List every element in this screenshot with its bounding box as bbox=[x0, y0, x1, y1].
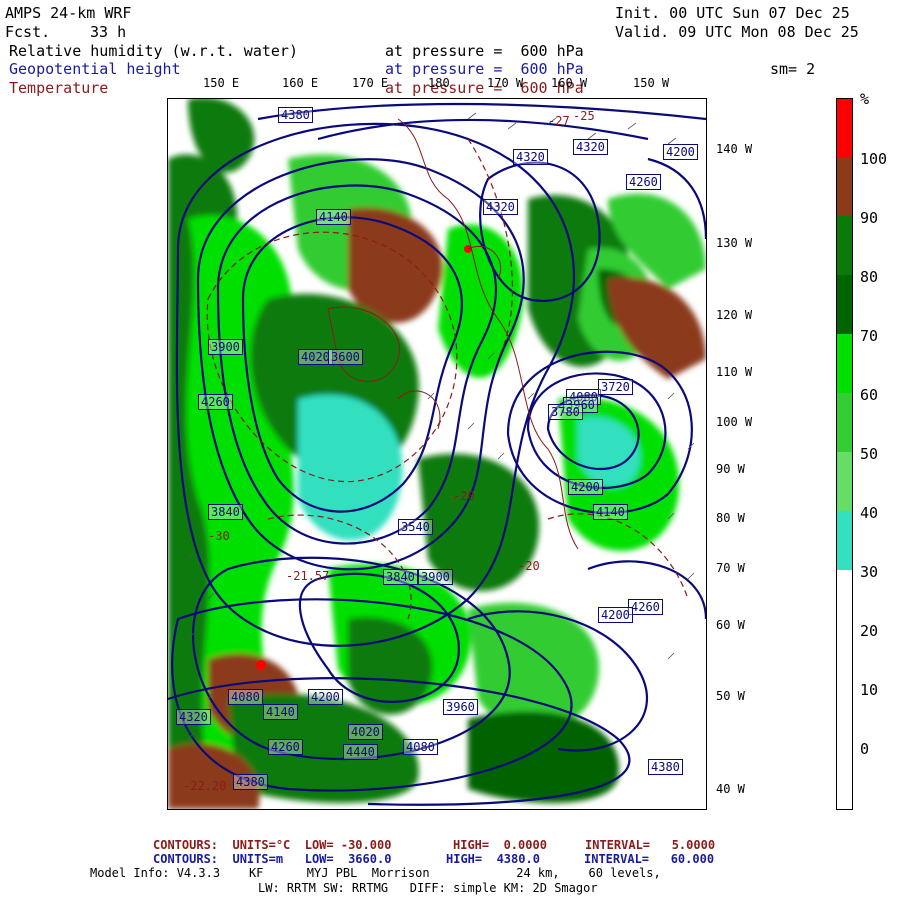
temperature-contour-label: -27 bbox=[548, 114, 570, 128]
height-contour-label: 4320 bbox=[176, 709, 211, 725]
height-contour-label: 4380 bbox=[278, 107, 313, 123]
height-contour-label: 4020 bbox=[348, 724, 383, 740]
model-info-physics: LW: RRTM SW: RRTMG DIFF: simple KM: 2D S… bbox=[258, 881, 598, 895]
colorbar-bin bbox=[837, 511, 852, 570]
colorbar-tick-label: 50 bbox=[860, 445, 879, 463]
colorbar-bin bbox=[837, 216, 852, 275]
height-contour-label: 3840 bbox=[208, 504, 243, 520]
colorbar-bin bbox=[837, 99, 852, 157]
height-contour-label: 4080 bbox=[403, 739, 438, 755]
height-contour-label: 3720 bbox=[598, 379, 633, 395]
temperature-contour-label: -25 bbox=[573, 109, 595, 123]
colorbar-tick-label: 0 bbox=[860, 740, 870, 758]
height-contour-label: 4320 bbox=[513, 149, 548, 165]
height-contour-label: 4200 bbox=[663, 144, 698, 160]
height-contour-info: CONTOURS: UNITS=m LOW= 3660.0 bbox=[153, 852, 392, 866]
temperature-contour-label: -20 bbox=[453, 489, 475, 503]
lon-label-right: 140 W bbox=[716, 142, 753, 156]
colorbar-tick-label: 60 bbox=[860, 386, 879, 404]
lon-label-right: 60 W bbox=[716, 618, 745, 632]
field-height-name: Geopotential height bbox=[9, 60, 181, 78]
lon-label-top: 160 W bbox=[551, 76, 588, 90]
temp-contour-interval: INTERVAL= 5.0000 bbox=[585, 838, 716, 852]
init-time: Init. 00 UTC Sun 07 Dec 25 bbox=[615, 4, 850, 22]
colorbar bbox=[836, 98, 853, 810]
lon-label-right: 90 W bbox=[716, 462, 745, 476]
lon-label-right: 40 W bbox=[716, 782, 745, 796]
height-contour-label: 4140 bbox=[263, 704, 298, 720]
temperature-contour-label: -30 bbox=[208, 529, 230, 543]
smoothing-label: sm= 2 bbox=[770, 60, 816, 78]
height-contour-label: 3960 bbox=[443, 699, 478, 715]
lon-label-right: 130 W bbox=[716, 236, 753, 250]
height-contour-label: 4320 bbox=[573, 139, 608, 155]
height-contour-label: 3540 bbox=[398, 519, 433, 535]
height-contour-high: HIGH= 4380.0 bbox=[446, 852, 540, 866]
forecast-label: Fcst. bbox=[5, 23, 51, 41]
lon-label-top: 160 E bbox=[282, 76, 319, 90]
field-rh-name: Relative humidity (w.r.t. water) bbox=[9, 42, 298, 60]
colorbar-tick-label: 10 bbox=[860, 681, 879, 699]
colorbar-bin bbox=[837, 570, 852, 809]
lon-label-right: 110 W bbox=[716, 365, 753, 379]
lon-label-right: 50 W bbox=[716, 689, 745, 703]
colorbar-tick-label: 20 bbox=[860, 622, 879, 640]
temp-contour-info: CONTOURS: UNITS=°C LOW= -30.000 bbox=[153, 838, 392, 852]
colorbar-tick-label: 90 bbox=[860, 209, 879, 227]
model-info: Model Info: V4.3.3 KF MYJ PBL Morrison 2… bbox=[90, 866, 661, 880]
colorbar-bin bbox=[837, 393, 852, 452]
colorbar-bin bbox=[837, 334, 852, 393]
height-contour-label: 3840 bbox=[383, 569, 418, 585]
height-contour-label: 3900 bbox=[208, 339, 243, 355]
colorbar-unit: % bbox=[860, 90, 870, 108]
colorbar-tick-label: 100 bbox=[860, 150, 888, 168]
lon-label-top: 150 E bbox=[203, 76, 240, 90]
height-contour-label: 4380 bbox=[648, 759, 683, 775]
temperature-contour-label: -22.20 bbox=[183, 779, 227, 793]
colorbar-tick-label: 70 bbox=[860, 327, 879, 345]
height-contour-label: 4140 bbox=[593, 504, 628, 520]
height-contour-label: 3780 bbox=[548, 404, 583, 420]
field-rh-level: at pressure = 600 hPa bbox=[385, 42, 584, 60]
height-contour-label: 4200 bbox=[308, 689, 343, 705]
lon-label-right: 120 W bbox=[716, 308, 753, 322]
height-contour-label: 4440 bbox=[343, 744, 378, 760]
height-contour-label: 3600 bbox=[328, 349, 363, 365]
colorbar-tick-label: 80 bbox=[860, 268, 879, 286]
colorbar-bin bbox=[837, 157, 852, 216]
temperature-contour-label: -21.57 bbox=[286, 569, 330, 583]
lon-label-right: 80 W bbox=[716, 511, 745, 525]
lon-label-top: 170 E bbox=[352, 76, 389, 90]
height-contour-label: 4260 bbox=[626, 174, 661, 190]
height-contour-label: 4320 bbox=[483, 199, 518, 215]
lon-label-right: 70 W bbox=[716, 561, 745, 575]
model-title: AMPS 24-km WRF bbox=[5, 4, 132, 22]
forecast-hour: 33 h bbox=[90, 23, 127, 41]
height-contour-interval: INTERVAL= 60.000 bbox=[584, 852, 715, 866]
temperature-contour-label: -20 bbox=[518, 559, 540, 573]
height-contour-label: 4200 bbox=[598, 607, 633, 623]
height-contour-label: 3900 bbox=[418, 569, 453, 585]
map-panel: 4380 4320 4320 4260 4200 4140 4080 4020 3960 3900… bbox=[167, 98, 707, 810]
height-contour-label: 4260 bbox=[268, 739, 303, 755]
temp-contour-high: HIGH= 0.0000 bbox=[453, 838, 547, 852]
colorbar-tick-label: 40 bbox=[860, 504, 879, 522]
height-contour-label: 4260 bbox=[198, 394, 233, 410]
height-contour-label: 4080 bbox=[228, 689, 263, 705]
lon-label-top: 150 W bbox=[633, 76, 670, 90]
height-contour-label: 4140 bbox=[316, 209, 351, 225]
colorbar-tick-label: 30 bbox=[860, 563, 879, 581]
lon-label-top: 180 bbox=[428, 76, 450, 90]
height-contour-label: 4200 bbox=[568, 479, 603, 495]
colorbar-bin bbox=[837, 275, 852, 334]
lon-label-right: 100 W bbox=[716, 415, 753, 429]
height-contour-label: 4380 bbox=[233, 774, 268, 790]
colorbar-bin bbox=[837, 452, 852, 511]
height-contour-label: 4260 bbox=[628, 599, 663, 615]
lon-label-top: 170 W bbox=[487, 76, 524, 90]
valid-time: Valid. 09 UTC Mon 08 Dec 25 bbox=[615, 23, 859, 41]
field-temp-name: Temperature bbox=[9, 79, 109, 97]
